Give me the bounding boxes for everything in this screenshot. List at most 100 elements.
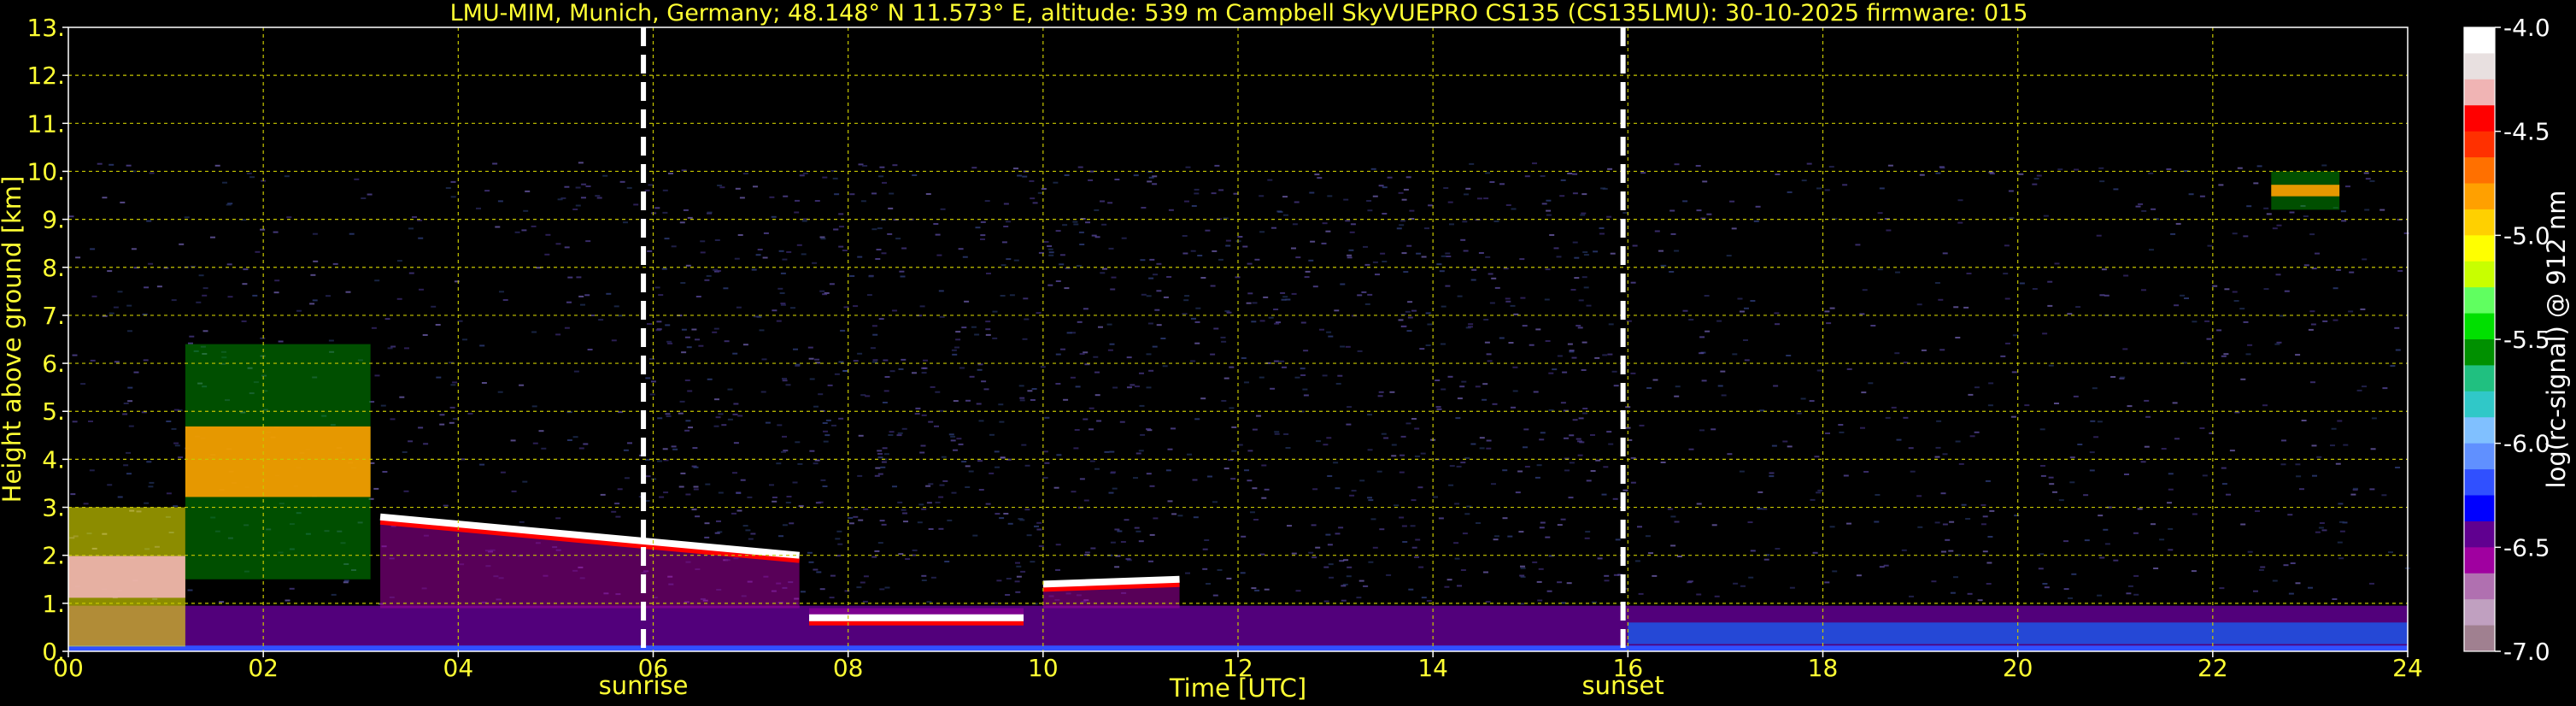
noise-speck bbox=[897, 432, 903, 434]
noise-speck bbox=[1194, 321, 1200, 323]
noise-speck bbox=[814, 358, 820, 361]
noise-speck bbox=[2255, 510, 2260, 512]
noise-speck bbox=[91, 295, 97, 297]
noise-speck bbox=[934, 425, 939, 427]
noise-speck bbox=[126, 473, 132, 475]
noise-speck bbox=[1499, 337, 1505, 339]
noise-speck bbox=[1594, 356, 1600, 359]
noise-speck bbox=[658, 294, 664, 297]
noise-speck bbox=[1062, 224, 1068, 227]
noise-speck bbox=[1443, 187, 1449, 189]
layer-core bbox=[185, 426, 371, 497]
noise-speck bbox=[2312, 474, 2317, 477]
noise-speck bbox=[718, 413, 724, 415]
noise-speck bbox=[1505, 300, 1511, 303]
noise-speck bbox=[662, 211, 668, 214]
colorbar-swatch bbox=[2464, 157, 2495, 184]
noise-speck bbox=[834, 193, 840, 196]
noise-speck bbox=[1457, 397, 1463, 400]
noise-speck bbox=[809, 450, 815, 452]
noise-speck bbox=[1187, 453, 1192, 456]
noise-speck bbox=[962, 256, 968, 258]
noise-speck bbox=[1856, 574, 1862, 577]
noise-speck bbox=[1564, 437, 1569, 439]
noise-speck bbox=[1047, 248, 1053, 250]
noise-speck bbox=[1566, 582, 1572, 585]
noise-speck bbox=[1524, 175, 1530, 178]
noise-speck bbox=[2369, 488, 2375, 491]
noise-speck bbox=[1153, 274, 1158, 276]
noise-speck bbox=[2335, 462, 2341, 465]
noise-speck bbox=[1949, 521, 1955, 523]
noise-speck bbox=[1089, 460, 1095, 462]
noise-speck bbox=[879, 166, 885, 168]
noise-speck bbox=[1282, 196, 1288, 198]
noise-speck bbox=[1337, 374, 1343, 377]
noise-speck bbox=[1916, 303, 1922, 306]
noise-speck bbox=[1241, 535, 1247, 538]
colorbar-tick-label: -7.0 bbox=[2503, 638, 2550, 666]
noise-speck bbox=[1464, 457, 1470, 459]
noise-speck bbox=[1140, 259, 1146, 262]
noise-speck bbox=[310, 274, 316, 276]
noise-speck bbox=[1919, 174, 1925, 176]
noise-speck bbox=[1512, 390, 1518, 392]
noise-speck bbox=[1327, 475, 1333, 477]
noise-speck bbox=[1210, 353, 1216, 356]
noise-speck bbox=[1716, 320, 1722, 322]
noise-speck bbox=[1283, 433, 1289, 435]
noise-speck bbox=[985, 503, 991, 505]
noise-speck bbox=[146, 220, 152, 222]
noise-speck bbox=[2381, 494, 2387, 497]
noise-speck bbox=[555, 243, 561, 245]
noise-speck bbox=[693, 466, 699, 468]
noise-speck bbox=[789, 522, 795, 525]
noise-speck bbox=[740, 479, 746, 481]
noise-speck bbox=[954, 346, 959, 349]
noise-speck bbox=[733, 403, 739, 405]
noise-speck bbox=[921, 414, 927, 416]
noise-speck bbox=[971, 167, 977, 169]
noise-speck bbox=[1112, 386, 1118, 389]
noise-speck bbox=[2058, 499, 2064, 502]
noise-speck bbox=[1340, 345, 1346, 348]
noise-speck bbox=[769, 484, 774, 486]
noise-speck bbox=[173, 505, 179, 508]
noise-speck bbox=[648, 184, 654, 186]
noise-speck bbox=[838, 417, 844, 420]
noise-speck bbox=[1088, 179, 1094, 181]
noise-speck bbox=[706, 274, 712, 277]
noise-speck bbox=[1141, 293, 1147, 296]
noise-speck bbox=[1601, 493, 1607, 496]
noise-speck bbox=[1931, 580, 1937, 583]
noise-speck bbox=[1254, 589, 1260, 591]
noise-speck bbox=[1401, 525, 1407, 527]
noise-speck bbox=[2319, 522, 2325, 524]
noise-speck bbox=[2071, 573, 2077, 575]
noise-speck bbox=[1114, 528, 1120, 531]
noise-speck bbox=[1398, 191, 1404, 194]
noise-speck bbox=[1194, 192, 1200, 195]
noise-speck bbox=[2144, 445, 2150, 448]
noise-speck bbox=[1399, 454, 1405, 456]
noise-speck bbox=[1630, 456, 1636, 459]
noise-speck bbox=[1536, 464, 1542, 467]
noise-speck bbox=[1571, 356, 1577, 359]
noise-speck bbox=[1367, 449, 1373, 451]
noise-speck bbox=[1382, 261, 1388, 262]
noise-speck bbox=[1950, 591, 1956, 594]
noise-speck bbox=[2039, 428, 2045, 431]
noise-speck bbox=[1470, 279, 1476, 281]
noise-speck bbox=[633, 203, 639, 206]
noise-speck bbox=[1402, 541, 1408, 543]
noise-speck bbox=[737, 234, 743, 236]
noise-speck bbox=[1578, 417, 1584, 420]
noise-speck bbox=[624, 477, 630, 479]
noise-speck bbox=[760, 391, 766, 393]
noise-speck bbox=[1637, 526, 1642, 528]
noise-speck bbox=[935, 501, 941, 503]
noise-speck bbox=[777, 287, 783, 290]
noise-speck bbox=[1774, 312, 1780, 315]
noise-speck bbox=[1640, 172, 1646, 174]
noise-speck bbox=[1302, 388, 1308, 391]
